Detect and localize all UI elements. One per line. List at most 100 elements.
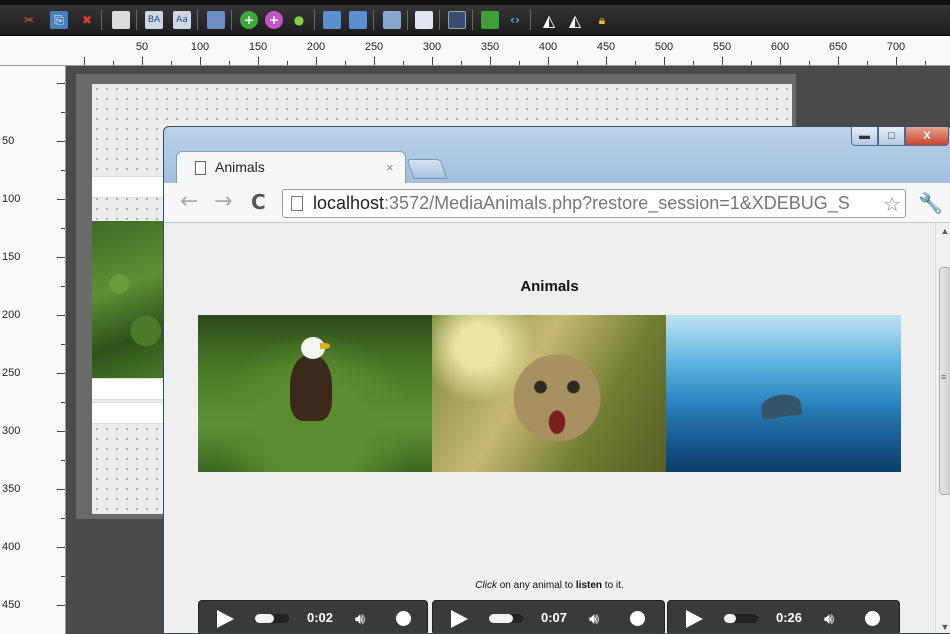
ruler-tick: [61, 170, 65, 171]
ruler-tick: [461, 61, 462, 65]
ruler-tick: [57, 199, 65, 200]
image-tool-icon[interactable]: [207, 11, 225, 29]
ruler-tick: [57, 373, 65, 374]
ruler-tick: [57, 547, 65, 548]
eagle-image[interactable]: [198, 315, 433, 472]
text-tool-icon[interactable]: BA: [145, 11, 163, 29]
delete-icon[interactable]: ✖: [78, 11, 96, 29]
page-scrollbar[interactable]: ▲ ≡ ▼: [935, 223, 950, 633]
code-icon[interactable]: ‹›: [506, 11, 524, 29]
ruler-tick: [287, 61, 288, 65]
url-path: :3572/MediaAnimals.php?restore_session=1…: [384, 193, 850, 213]
volume-icon[interactable]: 🔊︎: [824, 609, 834, 629]
ruler-label: 150: [248, 41, 268, 53]
volume-knob[interactable]: [630, 611, 645, 626]
grid-icon[interactable]: [448, 11, 466, 29]
ruler-label: 50: [135, 41, 149, 53]
scroll-thumb[interactable]: ≡: [939, 267, 950, 495]
volume-icon[interactable]: 🔊︎: [589, 609, 599, 629]
link-icon[interactable]: ●: [290, 11, 308, 29]
ruler-tick: [57, 489, 65, 490]
ruler-tick: [61, 460, 65, 461]
toolbar-separator: [314, 10, 315, 30]
ruler-label: 400: [2, 541, 21, 553]
select-icon[interactable]: [112, 11, 130, 29]
seek-slider[interactable]: [489, 614, 523, 623]
ruler-tick: [258, 57, 259, 65]
volume-knob[interactable]: [865, 611, 880, 626]
play-icon[interactable]: [217, 610, 234, 628]
toolbar-separator: [101, 10, 102, 30]
maximize-button[interactable]: □: [878, 127, 905, 146]
lock-icon[interactable]: 🔒︎: [593, 11, 611, 29]
flip-horizontal-icon[interactable]: ◭: [540, 11, 558, 30]
add-icon[interactable]: +: [240, 11, 258, 29]
close-window-button[interactable]: X: [905, 127, 949, 146]
volume-knob[interactable]: [396, 611, 411, 626]
back-icon[interactable]: ←: [180, 189, 198, 214]
seek-progress: [255, 614, 274, 623]
browser-tab[interactable]: Animals ×: [176, 151, 406, 183]
seek-slider[interactable]: [255, 614, 289, 623]
ruler-label: 350: [480, 41, 500, 53]
ruler-label: 200: [306, 41, 326, 53]
wrench-menu-icon[interactable]: 🔧: [918, 191, 943, 215]
toolbar-separator: [530, 10, 531, 30]
vertical-ruler: 50 100 150 200 250 300 350 400 450: [0, 66, 66, 634]
toolbar-separator: [231, 10, 232, 30]
time-display: 0:02: [307, 610, 334, 625]
whale-sea: [666, 425, 901, 472]
export-icon[interactable]: [481, 11, 499, 29]
ruler-tick: [490, 57, 491, 65]
minimize-button[interactable]: ▬: [851, 127, 878, 146]
ruler-label: 450: [2, 599, 21, 611]
time-display: 0:07: [541, 610, 568, 625]
new-tab-button[interactable]: [406, 159, 448, 179]
cat-image[interactable]: [432, 315, 667, 472]
navigation-bar: ← → C localhost:3572/MediaAnimals.php?re…: [164, 183, 950, 223]
ruler-label: 300: [2, 425, 21, 437]
cat-face: [502, 343, 612, 453]
page-icon: [291, 196, 303, 211]
align-icon[interactable]: [383, 11, 401, 29]
url-host: localhost: [313, 193, 385, 213]
toolbar-top-strip: [0, 0, 950, 5]
label-tool-icon[interactable]: Aa: [173, 11, 191, 29]
ruler-tick: [635, 61, 636, 65]
add-alt-icon[interactable]: +: [265, 11, 283, 29]
ruler-tick: [780, 57, 781, 65]
copy-icon[interactable]: ⎘: [50, 11, 68, 29]
ruler-label: 500: [654, 41, 674, 53]
ruler-tick: [548, 57, 549, 65]
play-icon[interactable]: [451, 610, 468, 628]
forward-icon[interactable]: →: [214, 189, 232, 214]
toolbar-separator: [472, 10, 473, 30]
whale-image[interactable]: [666, 315, 901, 472]
volume-icon[interactable]: 🔊︎: [355, 609, 365, 629]
toolbar-separator: [373, 10, 374, 30]
document-icon[interactable]: [415, 11, 433, 29]
play-icon[interactable]: [686, 610, 703, 628]
eagle-beak: [320, 343, 330, 349]
bring-front-icon[interactable]: [323, 11, 341, 29]
ruler-tick: [403, 61, 404, 65]
ruler-label: 450: [596, 41, 616, 53]
ruler-tick: [142, 57, 143, 65]
ruler-tick: [519, 61, 520, 65]
bookmark-star-icon[interactable]: ☆: [883, 192, 901, 216]
page-icon: [195, 161, 206, 175]
ruler-tick: [577, 61, 578, 65]
seek-progress: [724, 614, 736, 623]
send-back-icon[interactable]: [349, 11, 367, 29]
ruler-label: 600: [770, 41, 790, 53]
tab-close-icon[interactable]: ×: [386, 160, 394, 175]
scroll-up-icon[interactable]: ▲: [936, 223, 950, 239]
seek-slider[interactable]: [724, 614, 758, 623]
ruler-tick: [867, 61, 868, 65]
ruler-tick: [374, 57, 375, 65]
address-bar[interactable]: localhost:3572/MediaAnimals.php?restore_…: [282, 189, 906, 218]
cut-icon[interactable]: ✂: [20, 11, 38, 29]
scroll-down-icon[interactable]: ▼: [936, 619, 950, 633]
reload-icon[interactable]: C: [251, 190, 266, 214]
flip-vertical-icon[interactable]: ◭: [566, 11, 584, 30]
